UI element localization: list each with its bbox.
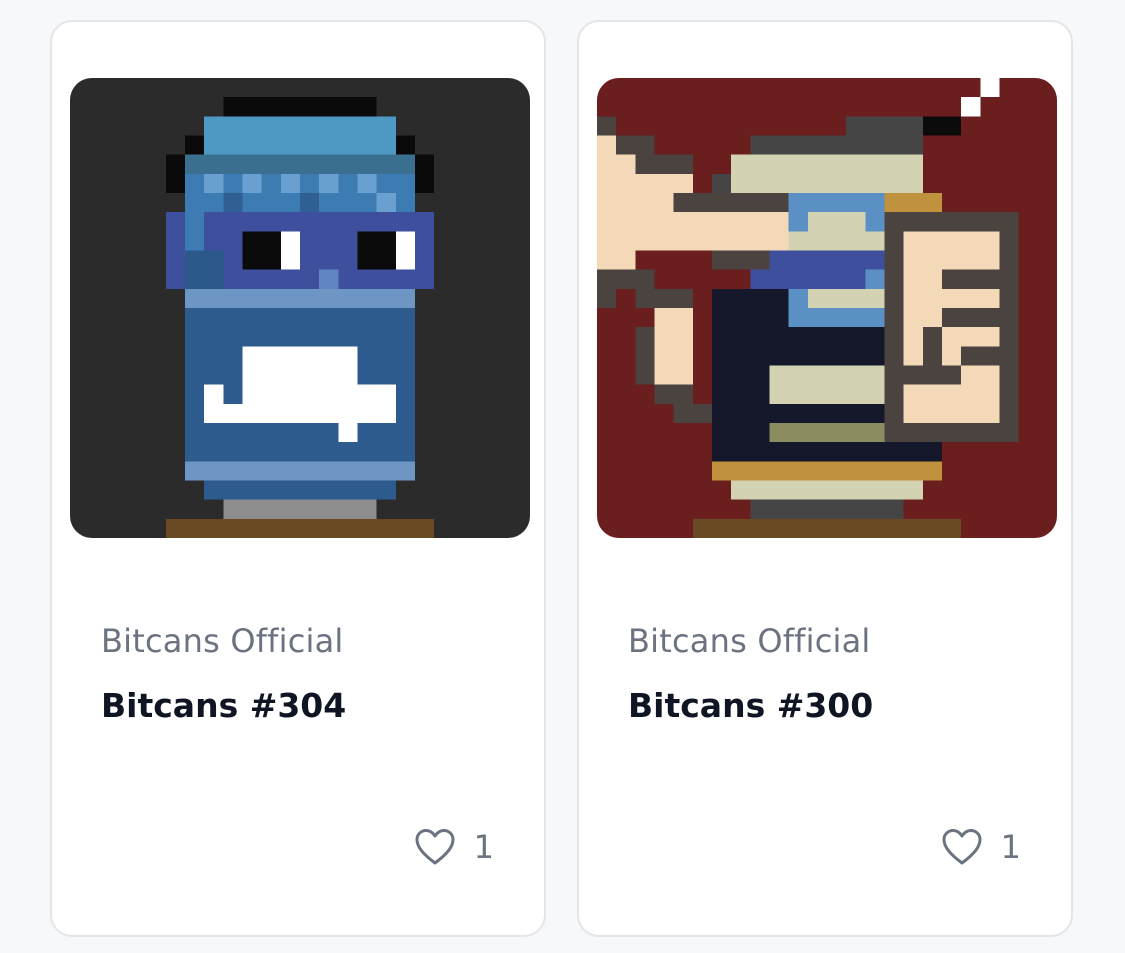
nft-title[interactable]: Bitcans #304 bbox=[101, 686, 346, 725]
collection-name[interactable]: Bitcans Official bbox=[101, 622, 344, 660]
like-count: 1 bbox=[473, 828, 494, 866]
like-count: 1 bbox=[1000, 828, 1021, 866]
like-button[interactable]: 1 bbox=[941, 828, 1021, 866]
nft-card[interactable]: Bitcans Official Bitcans #304 1 bbox=[50, 20, 546, 937]
collection-name[interactable]: Bitcans Official bbox=[628, 622, 871, 660]
like-button[interactable]: 1 bbox=[414, 828, 494, 866]
nft-image[interactable] bbox=[70, 78, 530, 538]
nft-card-grid: Bitcans Official Bitcans #304 1 Bitcans … bbox=[0, 0, 1125, 953]
nft-card[interactable]: Bitcans Official Bitcans #300 1 bbox=[577, 20, 1073, 937]
nft-title[interactable]: Bitcans #300 bbox=[628, 686, 873, 725]
heart-outline-icon bbox=[942, 829, 982, 865]
nft-image[interactable] bbox=[597, 78, 1057, 538]
heart-outline-icon bbox=[415, 829, 455, 865]
